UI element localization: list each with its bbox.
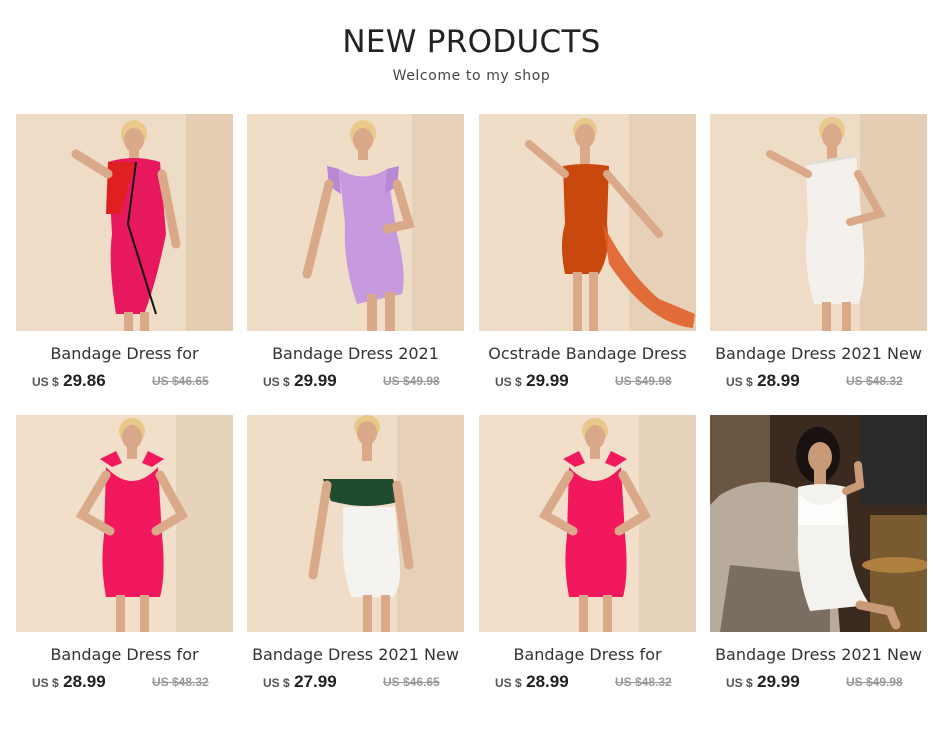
price-amount: 28.99 <box>63 672 106 691</box>
product-name[interactable]: Bandage Dress 2021 New <box>710 343 927 365</box>
currency-prefix: US $ <box>495 375 522 389</box>
current-price: US $ 28.99 <box>726 371 800 391</box>
product-card[interactable]: Bandage Dress for US $ 28.99 US $48.32 <box>479 415 696 694</box>
price-amount: 28.99 <box>526 672 569 691</box>
original-price: US $48.32 <box>615 675 672 689</box>
product-name[interactable]: Bandage Dress 2021 <box>247 343 464 365</box>
original-price: US $46.65 <box>152 374 209 388</box>
product-image[interactable] <box>247 114 464 331</box>
price-row: US $ 27.99 US $46.65 <box>247 672 464 694</box>
page-title: NEW PRODUCTS <box>342 24 601 60</box>
price-amount: 27.99 <box>294 672 337 691</box>
product-name[interactable]: Bandage Dress for <box>16 343 233 365</box>
price-row: US $ 28.99 US $48.32 <box>16 672 233 694</box>
price-row: US $ 29.86 US $46.65 <box>16 371 233 393</box>
currency-prefix: US $ <box>726 676 753 690</box>
original-price: US $49.98 <box>383 374 440 388</box>
product-card[interactable]: Bandage Dress 2021 New US $ 27.99 US $46… <box>247 415 464 694</box>
original-price: US $46.65 <box>383 675 440 689</box>
price-amount: 29.99 <box>294 371 337 390</box>
product-card[interactable]: Ocstrade Bandage Dress US $ 29.99 US $49… <box>479 114 696 393</box>
price-row: US $ 29.99 US $49.98 <box>479 371 696 393</box>
product-image[interactable] <box>710 114 927 331</box>
currency-prefix: US $ <box>726 375 753 389</box>
product-image[interactable] <box>16 415 233 632</box>
current-price: US $ 29.99 <box>495 371 569 391</box>
product-name[interactable]: Bandage Dress for <box>16 644 233 666</box>
product-image[interactable] <box>479 114 696 331</box>
currency-prefix: US $ <box>263 676 290 690</box>
original-price: US $48.32 <box>152 675 209 689</box>
product-name[interactable]: Bandage Dress 2021 New <box>247 644 464 666</box>
original-price: US $49.98 <box>615 374 672 388</box>
price-amount: 29.86 <box>63 371 106 390</box>
product-image[interactable] <box>710 415 927 632</box>
original-price: US $48.32 <box>846 374 903 388</box>
product-card[interactable]: Bandage Dress for US $ 29.86 US $46.65 <box>16 114 233 393</box>
current-price: US $ 29.99 <box>726 672 800 692</box>
product-image[interactable] <box>247 415 464 632</box>
current-price: US $ 27.99 <box>263 672 337 692</box>
price-amount: 28.99 <box>757 371 800 390</box>
product-image[interactable] <box>479 415 696 632</box>
product-card[interactable]: Bandage Dress for US $ 28.99 US $48.32 <box>16 415 233 694</box>
price-row: US $ 28.99 US $48.32 <box>710 371 927 393</box>
product-image[interactable] <box>16 114 233 331</box>
currency-prefix: US $ <box>495 676 522 690</box>
current-price: US $ 29.99 <box>263 371 337 391</box>
product-card[interactable]: Bandage Dress 2021 New US $ 29.99 US $49… <box>710 415 927 694</box>
current-price: US $ 28.99 <box>32 672 106 692</box>
price-amount: 29.99 <box>526 371 569 390</box>
currency-prefix: US $ <box>263 375 290 389</box>
page-subtitle: Welcome to my shop <box>392 68 551 84</box>
currency-prefix: US $ <box>32 676 59 690</box>
price-amount: 29.99 <box>757 672 800 691</box>
original-price: US $49.98 <box>846 675 903 689</box>
product-name[interactable]: Ocstrade Bandage Dress <box>479 343 696 365</box>
product-card[interactable]: Bandage Dress 2021 US $ 29.99 US $49.98 <box>247 114 464 393</box>
product-name[interactable]: Bandage Dress for <box>479 644 696 666</box>
current-price: US $ 28.99 <box>495 672 569 692</box>
currency-prefix: US $ <box>32 375 59 389</box>
price-row: US $ 28.99 US $48.32 <box>479 672 696 694</box>
price-row: US $ 29.99 US $49.98 <box>247 371 464 393</box>
current-price: US $ 29.86 <box>32 371 106 391</box>
price-row: US $ 29.99 US $49.98 <box>710 672 927 694</box>
product-card[interactable]: Bandage Dress 2021 New US $ 28.99 US $48… <box>710 114 927 393</box>
product-name[interactable]: Bandage Dress 2021 New <box>710 644 927 666</box>
